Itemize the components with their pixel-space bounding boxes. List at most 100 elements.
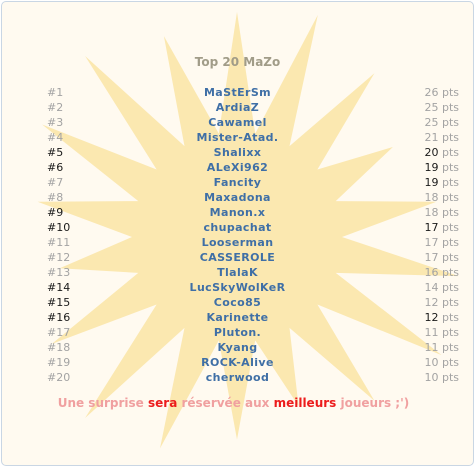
footer-text-part: Une surprise: [57, 396, 148, 410]
points-unit: pts: [441, 116, 459, 129]
points-value: 17: [424, 236, 439, 249]
points-unit: pts: [441, 86, 459, 99]
player-name: Looserman: [201, 236, 274, 249]
points-value: 12: [424, 311, 439, 324]
points-value: 11: [424, 341, 439, 354]
points-value: 10: [424, 371, 439, 384]
leaderboard-row: #4 Mister-Atad. 21 pts: [2, 130, 473, 145]
player-name: Pluton.: [213, 326, 262, 339]
points-unit: pts: [441, 251, 459, 264]
points-value: 26: [424, 86, 439, 99]
player-name: CASSEROLE: [199, 251, 276, 264]
footer-text-part: joueurs ;'): [336, 396, 410, 410]
player-points: 25 pts: [424, 116, 459, 129]
points-unit: pts: [441, 281, 459, 294]
player-name: cherwood: [205, 371, 270, 384]
points-unit: pts: [441, 221, 459, 234]
points-unit: pts: [441, 191, 459, 204]
player-points: 10 pts: [424, 371, 459, 384]
player-points: 20 pts: [424, 146, 459, 159]
player-points: 11 pts: [424, 326, 459, 339]
leaderboard-row: #2 ArdiaZ 25 pts: [2, 100, 473, 115]
footer-text-part: réservée aux: [177, 396, 274, 410]
leaderboard-panel: Top 20 MaZo #1 MaStErSm 26 pts #2 ArdiaZ 25 p…: [1, 1, 474, 466]
points-value: 19: [424, 161, 439, 174]
points-value: 17: [424, 221, 439, 234]
player-name: LucSkyWolKeR: [189, 281, 286, 294]
player-points: 10 pts: [424, 356, 459, 369]
player-points: 12 pts: [424, 311, 459, 324]
player-name: Shalixx: [213, 146, 262, 159]
player-name: Mister-Atad.: [196, 131, 279, 144]
player-points: 21 pts: [424, 131, 459, 144]
leaderboard-row: #7 Fancity 19 pts: [2, 175, 473, 190]
player-points: 12 pts: [424, 296, 459, 309]
points-unit: pts: [441, 296, 459, 309]
player-points: 18 pts: [424, 206, 459, 219]
footer-message: Une surprise sera réservée aux meilleurs…: [2, 396, 465, 410]
player-name: ArdiaZ: [215, 101, 260, 114]
leaderboard-row: #8 Maxadona 18 pts: [2, 190, 473, 205]
points-unit: pts: [441, 206, 459, 219]
leaderboard-row: #17 Pluton. 11 pts: [2, 325, 473, 340]
leaderboard-row: #11 Looserman 17 pts: [2, 235, 473, 250]
player-name: TlalaK: [217, 266, 258, 279]
player-name: Manon.x: [209, 206, 266, 219]
player-name: Fancity: [213, 176, 262, 189]
points-unit: pts: [441, 371, 459, 384]
points-unit: pts: [441, 131, 459, 144]
points-value: 18: [424, 206, 439, 219]
points-unit: pts: [441, 176, 459, 189]
player-points: 11 pts: [424, 341, 459, 354]
player-name: Cawamel: [208, 116, 267, 129]
points-value: 14: [424, 281, 439, 294]
player-points: 19 pts: [424, 161, 459, 174]
player-name: ROCK-Alive: [201, 356, 274, 369]
player-points: 17 pts: [424, 221, 459, 234]
points-unit: pts: [441, 326, 459, 339]
footer-text-emphasis: sera: [148, 396, 178, 410]
points-value: 25: [424, 101, 439, 114]
player-points: 19 pts: [424, 176, 459, 189]
points-value: 11: [424, 326, 439, 339]
leaderboard-row: #9 Manon.x 18 pts: [2, 205, 473, 220]
points-unit: pts: [441, 311, 459, 324]
points-unit: pts: [441, 341, 459, 354]
player-points: 17 pts: [424, 236, 459, 249]
points-value: 25: [424, 116, 439, 129]
player-name: ALeXi962: [206, 161, 269, 174]
leaderboard-row: #20 cherwood 10 pts: [2, 370, 473, 385]
leaderboard-row: #13 TlalaK 16 pts: [2, 265, 473, 280]
player-points: 26 pts: [424, 86, 459, 99]
player-points: 14 pts: [424, 281, 459, 294]
leaderboard-row: #18 Kyang 11 pts: [2, 340, 473, 355]
leaderboard-row: #1 MaStErSm 26 pts: [2, 85, 473, 100]
points-value: 17: [424, 251, 439, 264]
leaderboard-row: #19 ROCK-Alive 10 pts: [2, 355, 473, 370]
leaderboard-row: #16 Karinette 12 pts: [2, 310, 473, 325]
points-value: 16: [424, 266, 439, 279]
points-unit: pts: [441, 236, 459, 249]
leaderboard-row: #15 Coco85 12 pts: [2, 295, 473, 310]
points-value: 18: [424, 191, 439, 204]
player-name: chupachat: [203, 221, 272, 234]
player-points: 25 pts: [424, 101, 459, 114]
points-value: 20: [424, 146, 439, 159]
leaderboard-row: #3 Cawamel 25 pts: [2, 115, 473, 130]
footer-text-emphasis: meilleurs: [273, 396, 337, 410]
points-value: 12: [424, 296, 439, 309]
leaderboard-row: #10 chupachat 17 pts: [2, 220, 473, 235]
player-points: 17 pts: [424, 251, 459, 264]
player-name: Karinette: [206, 311, 269, 324]
player-name: Maxadona: [204, 191, 271, 204]
player-points: 16 pts: [424, 266, 459, 279]
points-value: 10: [424, 356, 439, 369]
points-unit: pts: [441, 356, 459, 369]
leaderboard-row: #12 CASSEROLE 17 pts: [2, 250, 473, 265]
points-value: 19: [424, 176, 439, 189]
points-unit: pts: [441, 161, 459, 174]
player-name: Kyang: [217, 341, 258, 354]
leaderboard-list: #1 MaStErSm 26 pts #2 ArdiaZ 25 pts #3 Cawamel 2…: [2, 85, 473, 385]
leaderboard-row: #5 Shalixx 20 pts: [2, 145, 473, 160]
leaderboard-title: Top 20 MaZo: [194, 55, 281, 69]
